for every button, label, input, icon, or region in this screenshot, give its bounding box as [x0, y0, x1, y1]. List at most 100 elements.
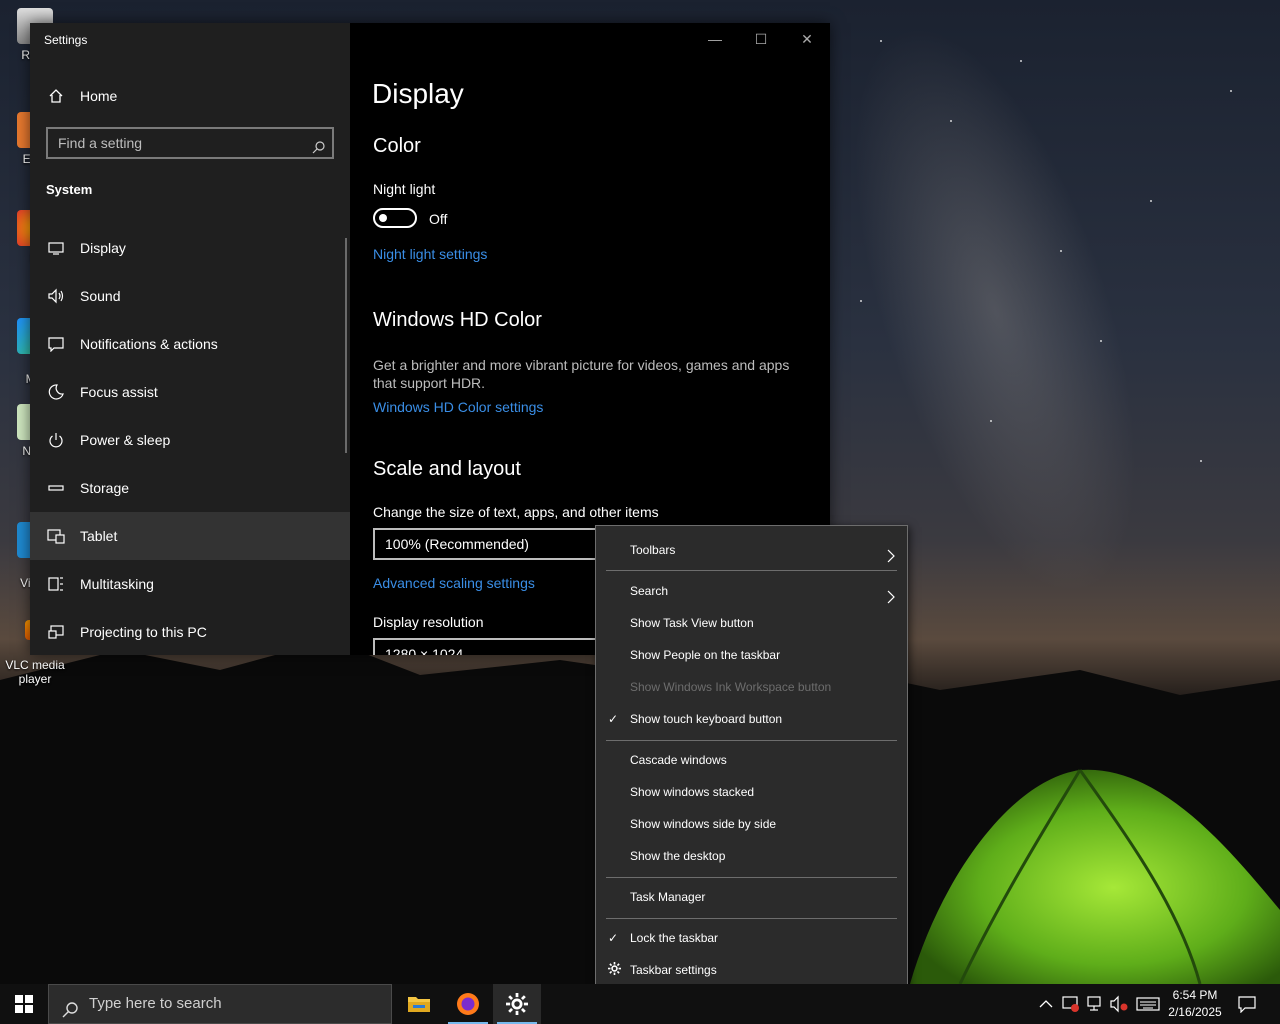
nav-item-sound[interactable]: Sound [30, 272, 350, 320]
category-label: System [46, 182, 93, 197]
volume-muted-icon[interactable] [1110, 995, 1128, 1013]
menu-separator [606, 918, 897, 919]
minimize-button[interactable]: — [692, 23, 738, 55]
nav-item-display[interactable]: Display [30, 224, 350, 272]
night-light-state: Off [429, 211, 448, 227]
menu-item-show-touch-keyboard[interactable]: ✓ Show touch keyboard button [596, 703, 907, 735]
checkmark-icon: ✓ [608, 931, 619, 945]
nav-item-multitasking[interactable]: Multitasking [30, 560, 350, 608]
nav-item-notifications[interactable]: Notifications & actions [30, 320, 350, 368]
menu-item-label: Toolbars [630, 543, 676, 557]
nav-label: Display [80, 240, 126, 256]
menu-item-windows-stacked[interactable]: Show windows stacked [596, 776, 907, 808]
nav-home[interactable]: Home [30, 72, 350, 120]
menu-item-label: Show the desktop [630, 849, 726, 863]
taskbar: Type here to search 6:54 PM 2/16/2025 [0, 984, 1280, 1024]
taskbar-search-placeholder: Type here to search [89, 995, 222, 1012]
nav-item-power-sleep[interactable]: Power & sleep [30, 416, 350, 464]
menu-item-label: Taskbar settings [630, 963, 717, 977]
star [1150, 200, 1152, 202]
notification-icon [46, 334, 66, 354]
star [950, 120, 952, 122]
show-hidden-icons-chevron-icon[interactable] [1038, 995, 1056, 1013]
star [1200, 460, 1202, 462]
hd-color-settings-link[interactable]: Windows HD Color settings [373, 399, 543, 415]
advanced-scaling-link[interactable]: Advanced scaling settings [373, 575, 535, 591]
home-icon [46, 86, 66, 106]
menu-item-taskbar-settings[interactable]: Taskbar settings [596, 954, 907, 986]
search-placeholder: Find a setting [58, 135, 143, 151]
search-icon [61, 996, 79, 1024]
multitasking-icon [46, 574, 66, 594]
star [880, 40, 882, 42]
touch-keyboard-icon[interactable] [1136, 995, 1160, 1013]
taskbar-app-firefox[interactable] [444, 984, 492, 1024]
menu-item-label: Cascade windows [630, 753, 727, 767]
gear-icon [608, 955, 621, 987]
menu-separator [606, 740, 897, 741]
nav-item-projecting[interactable]: Projecting to this PC [30, 608, 350, 656]
start-button[interactable] [0, 984, 48, 1024]
maximize-button[interactable]: ☐ [738, 23, 784, 55]
menu-item-cascade-windows[interactable]: Cascade windows [596, 744, 907, 776]
sidebar-scrollbar[interactable] [345, 238, 347, 453]
speaker-icon [46, 286, 66, 306]
taskbar-clock[interactable]: 6:54 PM 2/16/2025 [1160, 987, 1230, 1021]
menu-item-label: Show touch keyboard button [630, 712, 783, 726]
tablet-icon [46, 526, 66, 546]
nav-item-tablet[interactable]: Tablet [30, 512, 350, 560]
taskbar-context-menu: Toolbars Search Show Task View button Sh… [595, 525, 908, 995]
windows-logo-icon [15, 995, 33, 1013]
nav-label: Power & sleep [80, 432, 171, 448]
menu-item-side-by-side[interactable]: Show windows side by side [596, 808, 907, 840]
monitor-icon [46, 238, 66, 258]
projecting-icon [46, 622, 66, 642]
clock-date: 2/16/2025 [1168, 1005, 1222, 1019]
menu-item-show-desktop[interactable]: Show the desktop [596, 840, 907, 872]
tent-image [910, 769, 1280, 984]
night-light-toggle[interactable] [373, 208, 417, 228]
network-icon[interactable] [1086, 995, 1104, 1013]
action-center-icon[interactable] [1238, 995, 1256, 1014]
menu-item-label: Lock the taskbar [630, 931, 719, 945]
menu-item-toolbars[interactable]: Toolbars [596, 534, 907, 566]
settings-gear-icon [506, 993, 528, 1015]
star [1020, 60, 1022, 62]
menu-item-lock-taskbar[interactable]: ✓ Lock the taskbar [596, 922, 907, 954]
menu-separator [606, 570, 897, 571]
menu-item-label: Show People on the taskbar [630, 648, 781, 662]
menu-item-label: Show windows side by side [630, 817, 777, 831]
menu-item-search[interactable]: Search [596, 575, 907, 607]
find-setting-input[interactable]: Find a setting [46, 127, 334, 159]
night-light-label: Night light [373, 181, 436, 197]
section-title-hd-color: Windows HD Color [373, 309, 542, 331]
nav-label: Notifications & actions [80, 336, 218, 352]
star [1060, 250, 1062, 252]
scale-label: Change the size of text, apps, and other… [373, 504, 659, 520]
close-button[interactable]: ✕ [784, 23, 830, 55]
taskbar-app-file-explorer[interactable] [395, 984, 443, 1024]
nav-item-storage[interactable]: Storage [30, 464, 350, 512]
menu-item-show-task-view[interactable]: Show Task View button [596, 607, 907, 639]
taskbar-app-settings[interactable] [493, 984, 541, 1024]
nav-item-focus-assist[interactable]: Focus assist [30, 368, 350, 416]
taskbar-search-box[interactable]: Type here to search [48, 984, 392, 1024]
nav-label: Home [80, 88, 118, 104]
firefox-icon [457, 993, 479, 1015]
star [860, 300, 862, 302]
section-title-color: Color [373, 135, 421, 157]
night-light-settings-link[interactable]: Night light settings [373, 246, 487, 262]
menu-item-task-manager[interactable]: Task Manager [596, 881, 907, 913]
search-icon[interactable] [312, 135, 326, 163]
nav-label: Projecting to this PC [80, 624, 207, 640]
power-icon [46, 430, 66, 450]
nav-label: Storage [80, 480, 130, 496]
menu-item-label: Show Task View button [630, 616, 754, 630]
menu-item-label: Task Manager [630, 890, 706, 904]
menu-item-show-people[interactable]: Show People on the taskbar [596, 639, 907, 671]
toggle-knob [379, 214, 387, 222]
nav-label: Sound [80, 288, 121, 304]
security-warning-icon[interactable] [1062, 995, 1080, 1013]
page-title: Display [372, 78, 464, 109]
window-title: Settings [44, 33, 88, 47]
